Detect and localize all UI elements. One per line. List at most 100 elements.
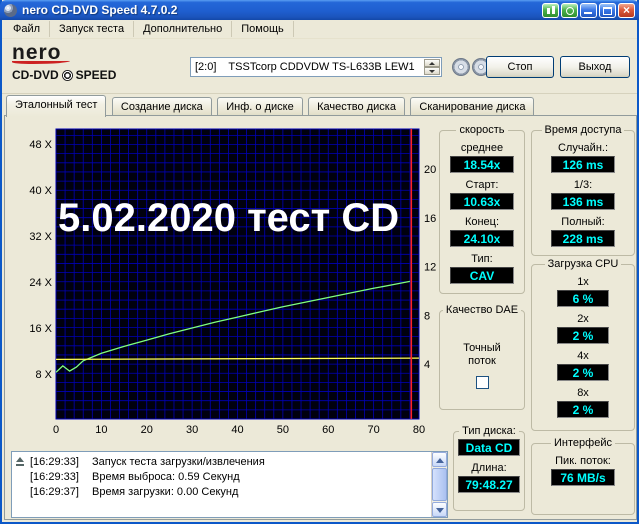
average-label: среднее — [460, 142, 504, 154]
svg-text:80: 80 — [413, 424, 425, 436]
drive-spinner-up-button[interactable] — [424, 59, 440, 67]
minimize-button[interactable] — [580, 2, 597, 18]
cpu-4x-display: 2 % — [557, 364, 609, 381]
tab-disc-quality[interactable]: Качество диска — [308, 97, 405, 116]
tab-scan-disc[interactable]: Сканирование диска — [410, 97, 535, 116]
svg-text:48 X: 48 X — [29, 139, 52, 151]
svg-text:40 X: 40 X — [29, 185, 52, 197]
disc-length-display: 79:48.27 — [458, 476, 520, 493]
third-access-display: 136 ms — [551, 193, 615, 210]
eject-icon — [15, 457, 25, 467]
cpu-1x-label: 1x — [577, 276, 589, 288]
logo-text-cddvd: CD-DVD — [12, 68, 59, 82]
nero-logo: nero CD-DVD SPEED — [12, 41, 172, 82]
third-access-label: 1/3: — [573, 179, 593, 191]
tab-disc-info[interactable]: Инф. о диске — [217, 97, 303, 116]
log-entry[interactable]: [16:29:33] Время выброса: 0.59 Секунд — [14, 470, 429, 485]
dae-panel-title: Качество DAE — [445, 304, 519, 316]
log-entry[interactable]: [16:29:33] Запуск теста загрузки/извлече… — [14, 455, 429, 470]
svg-text:8: 8 — [424, 310, 430, 322]
svg-text:16: 16 — [424, 213, 436, 225]
scroll-up-button[interactable] — [432, 452, 447, 467]
drive-spinner-down-button[interactable] — [424, 67, 440, 75]
speed-panel-title: скорость — [459, 124, 505, 136]
disc-type-panel: Тип диска: Data CD Длина: 79:48.27 — [453, 425, 525, 511]
cpu-2x-label: 2x — [577, 313, 589, 325]
log-scrollbar[interactable] — [431, 452, 447, 517]
drive-selector[interactable]: [2:0] TSSTcorp CDDVDW TS-L633B LEW1 — [190, 57, 442, 77]
svg-text:0: 0 — [53, 424, 59, 436]
random-access-display: 126 ms — [551, 156, 615, 173]
logo-text-nero: nero — [12, 41, 62, 64]
menu-file[interactable]: Файл — [4, 21, 51, 37]
speed-panel: скорость среднее 18.54x Старт: 10.63x Ко… — [439, 124, 525, 294]
titlebar-extra-button-2[interactable] — [561, 2, 578, 18]
tab-benchmark[interactable]: Эталонный тест — [6, 95, 107, 117]
close-button[interactable]: × — [618, 2, 635, 18]
svg-text:40: 40 — [231, 424, 243, 436]
access-time-panel: Время доступа Случайн.: 126 ms 1/3: 136 … — [531, 124, 635, 256]
disc-type-display: Data CD — [458, 439, 520, 456]
accurate-stream-checkbox[interactable] — [475, 376, 489, 389]
menu-run-test[interactable]: Запуск теста — [50, 21, 135, 37]
cpu-8x-display: 2 % — [557, 401, 609, 418]
cpu-2x-display: 2 % — [557, 327, 609, 344]
svg-text:12: 12 — [424, 262, 436, 274]
svg-text:16 X: 16 X — [29, 323, 52, 335]
cd-icon-button-1[interactable] — [452, 58, 470, 76]
menu-extra[interactable]: Дополнительно — [134, 21, 233, 37]
random-access-label: Случайн.: — [557, 142, 609, 154]
tab-page-benchmark: 5.02.2020 тест СD 48 X 40 X 32 X 24 X 16 X 8 X… — [4, 115, 637, 520]
scroll-down-button[interactable] — [432, 502, 447, 517]
log-text: Время загрузки: 0.00 Секунд — [92, 486, 239, 498]
svg-text:5.02.2020 тест СD: 5.02.2020 тест СD — [58, 196, 399, 240]
interface-title: Интерфейс — [554, 437, 612, 449]
drive-selector-value: [2:0] TSSTcorp CDDVDW TS-L633B LEW1 — [195, 61, 415, 73]
svg-text:70: 70 — [368, 424, 380, 436]
stop-button[interactable]: Стоп — [486, 56, 554, 78]
cpu-usage-panel: Загрузка CPU 1x 6 % 2x 2 % 4x 2 % 8x 2 % — [531, 258, 635, 431]
type-label: Тип: — [471, 253, 493, 265]
close-icon: × — [622, 2, 630, 17]
peak-rate-label: Пик. поток: — [555, 455, 611, 467]
disc-type-title: Тип диска: — [462, 425, 516, 437]
start-label: Старт: — [465, 179, 499, 191]
logo-text-speed: SPEED — [75, 68, 117, 82]
tab-strip: Эталонный тест Создание диска Инф. о дис… — [6, 95, 535, 117]
menu-help[interactable]: Помощь — [232, 21, 294, 37]
log-time: [16:29:33] — [30, 456, 79, 468]
nero-app-icon — [4, 3, 17, 17]
speed-type-display: CAV — [450, 267, 514, 284]
log-time: [16:29:33] — [30, 471, 79, 483]
log-entry[interactable]: [16:29:37] Время загрузки: 0.00 Секунд — [14, 485, 429, 500]
peak-rate-display: 76 MB/s — [551, 469, 615, 486]
full-access-display: 228 ms — [551, 230, 615, 247]
drive-spinner — [424, 59, 440, 75]
cpu-4x-label: 4x — [577, 350, 589, 362]
maximize-button[interactable] — [599, 2, 616, 18]
cpu-1x-display: 6 % — [557, 290, 609, 307]
log-listbox[interactable]: [16:29:33] Запуск теста загрузки/извлече… — [11, 451, 448, 518]
full-access-label: Полный: — [561, 216, 605, 228]
tab-create-disc[interactable]: Создание диска — [111, 97, 212, 116]
titlebar-extra-button-1[interactable] — [542, 2, 559, 18]
app-window: nero CD-DVD Speed 4.7.0.2 × Файл Запуск … — [0, 0, 639, 524]
interface-panel: Интерфейс Пик. поток: 76 MB/s — [531, 437, 635, 515]
logo-disc-icon — [61, 69, 73, 81]
scroll-thumb[interactable] — [432, 468, 447, 501]
log-time: [16:29:37] — [30, 486, 79, 498]
disc-icon — [566, 6, 574, 15]
access-time-title: Время доступа — [544, 124, 622, 136]
svg-text:10: 10 — [95, 424, 107, 436]
log-text: Запуск теста загрузки/извлечения — [92, 456, 265, 468]
svg-text:30: 30 — [186, 424, 198, 436]
average-speed-display: 18.54x — [450, 156, 514, 173]
toolbar: nero CD-DVD SPEED [2:0] TSSTcorp CDDVDW … — [2, 39, 637, 94]
start-speed-display: 10.63x — [450, 193, 514, 210]
log-text: Время выброса: 0.59 Секунд — [92, 471, 240, 483]
minimize-icon — [584, 11, 592, 14]
exit-button[interactable]: Выход — [560, 56, 630, 78]
svg-text:50: 50 — [277, 424, 289, 436]
svg-text:20: 20 — [424, 164, 436, 176]
accurate-stream-label: Точный поток — [463, 342, 501, 367]
